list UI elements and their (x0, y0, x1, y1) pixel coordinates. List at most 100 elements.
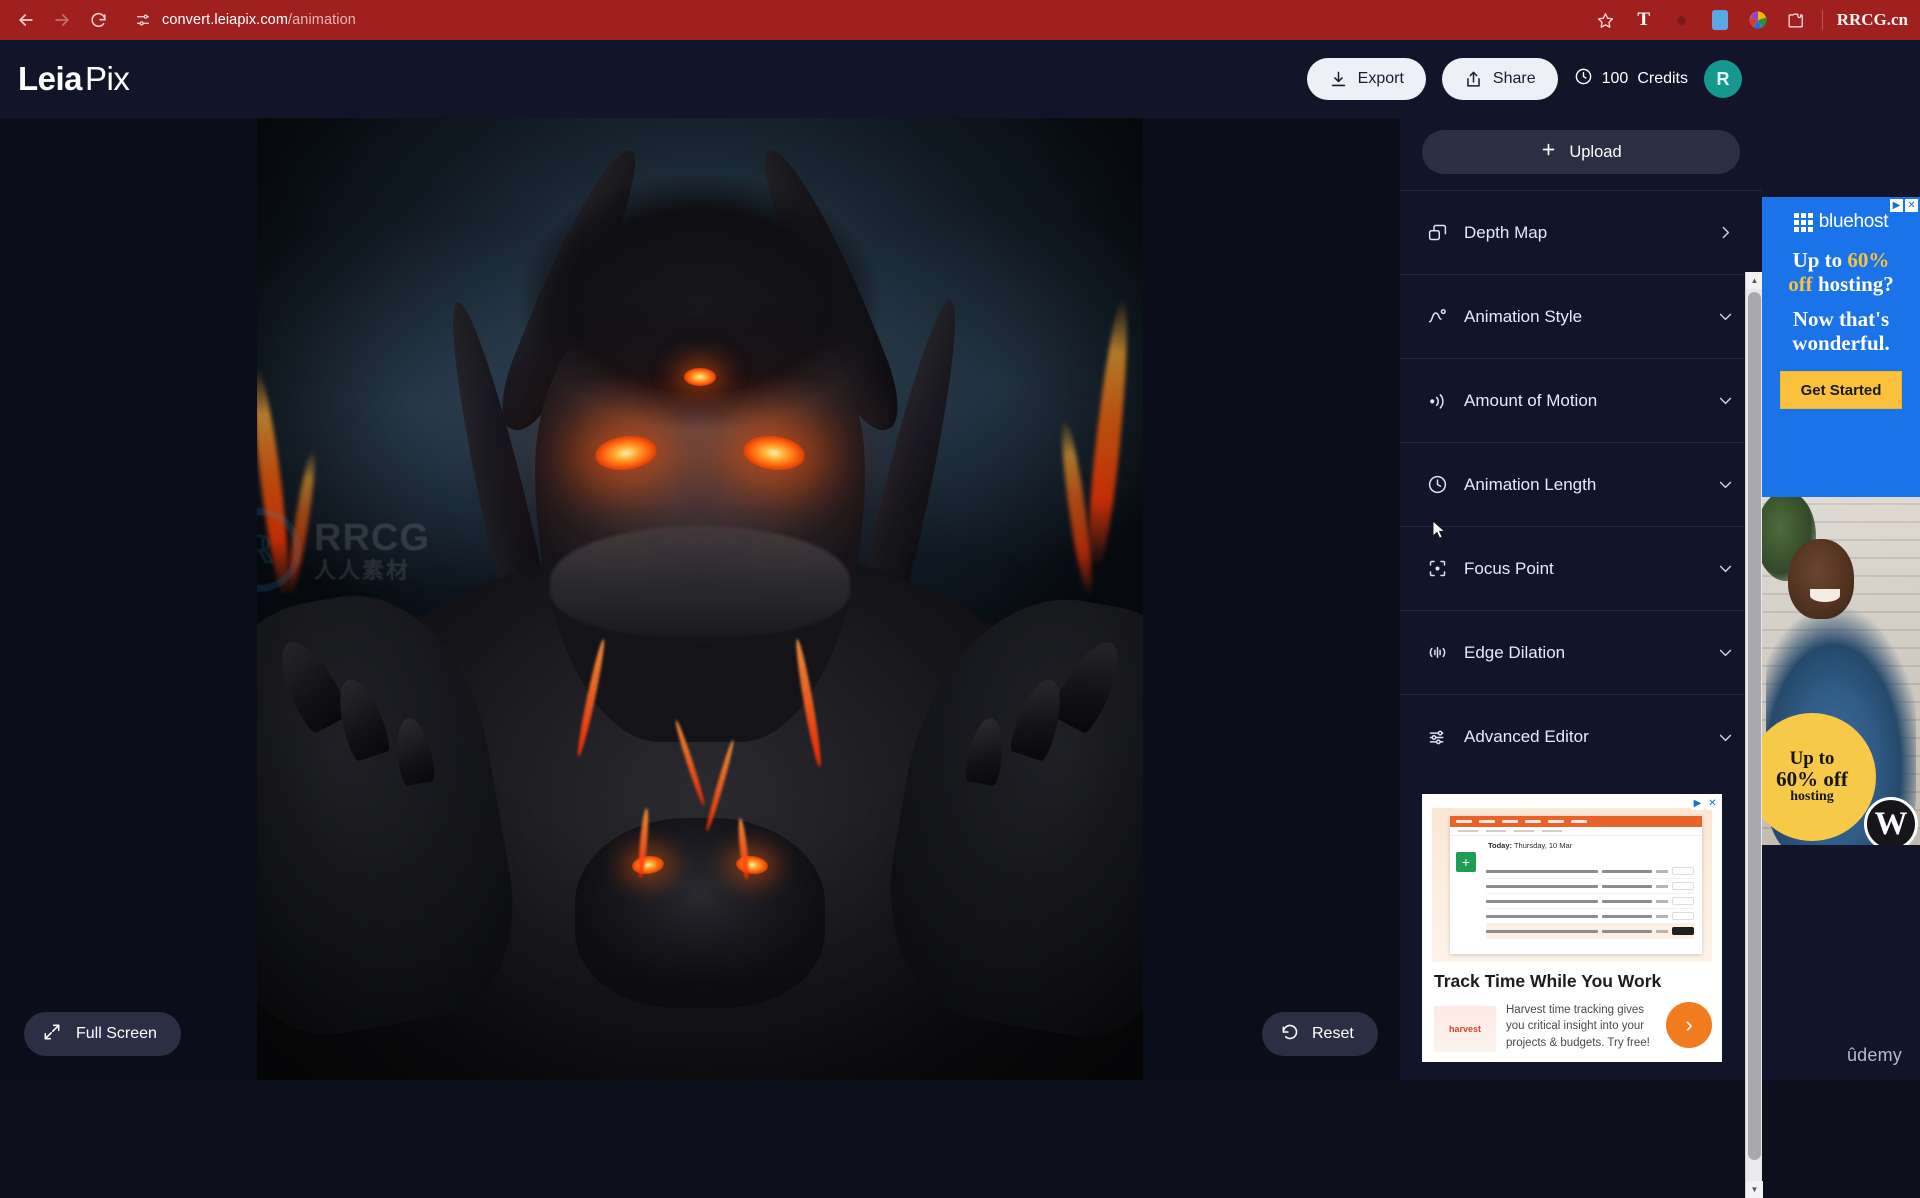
share-button[interactable]: Share (1441, 58, 1558, 100)
badge-line-2: 60% off (1776, 766, 1848, 791)
person-smile (1810, 589, 1840, 602)
harvest-row (1486, 924, 1694, 939)
sidebar-item-focus-point[interactable]: Focus Point (1400, 527, 1762, 611)
blue-extension-icon[interactable] (1708, 8, 1732, 32)
sidebar-item-label: Animation Style (1464, 306, 1583, 326)
canvas-stage[interactable]: ℝ RRCG 人人素材 ℝ RRCG 人人素材 Full Screen (0, 118, 1400, 1080)
chest-face-detail (575, 818, 825, 1008)
profile-brand-watermark: RRCG.cn (1836, 10, 1908, 29)
reload-button[interactable] (82, 4, 114, 36)
ad-choices-triangle-icon[interactable]: ▶ (1890, 199, 1903, 212)
full-screen-label: Full Screen (76, 1025, 157, 1042)
chevron-down-icon[interactable] (1717, 308, 1734, 325)
plus-icon (1540, 141, 1557, 163)
bluehost-headline-2: Now that's wonderful. (1792, 307, 1890, 355)
sidebar-item-animation-style[interactable]: Animation Style (1400, 275, 1762, 359)
sidebar-item-advanced-editor[interactable]: Advanced Editor (1400, 695, 1762, 779)
preview-artwork[interactable]: ℝ RRCG 人人素材 ℝ RRCG 人人素材 (257, 118, 1143, 1080)
focus-target-icon (1424, 556, 1450, 582)
wordpress-mark: W (1874, 805, 1908, 842)
harvest-ad[interactable]: ▶ ✕ Today: Thursday, 10 Mar + Track Time… (1422, 794, 1722, 1062)
chevron-down-icon[interactable] (1717, 560, 1734, 577)
puzzle-extension-icon[interactable] (1784, 8, 1808, 32)
scroll-down-arrow-icon[interactable]: ▼ (1746, 1181, 1763, 1198)
ad-choices-controls[interactable]: ▶ ✕ (1890, 199, 1918, 212)
sidebar-item-animation-length[interactable]: Animation Length (1400, 443, 1762, 527)
chevron-down-icon[interactable] (1717, 392, 1734, 409)
upload-button[interactable]: Upload (1422, 130, 1740, 174)
person-head (1788, 539, 1854, 619)
address-bar[interactable]: convert.leiapix.com/animation (126, 5, 1590, 35)
sidebar-scrollbar[interactable]: ▲ ▼ (1745, 272, 1763, 1198)
credits-indicator[interactable]: 100 Credits (1574, 67, 1688, 91)
toolbar-divider (1821, 10, 1823, 30)
wordpress-logo-icon: W (1864, 797, 1918, 845)
sidebar-item-amount-of-motion[interactable]: Amount of Motion (1400, 359, 1762, 443)
avatar[interactable]: R (1704, 60, 1742, 98)
sliders-icon (1424, 724, 1450, 750)
ad-choices-controls[interactable]: ▶ ✕ (1691, 797, 1719, 810)
header-actions: Export Share 100 Credits R (1306, 58, 1762, 100)
tool-list: Depth Map Animation Style Amount of Moti… (1400, 190, 1762, 779)
avatar-initial: R (1716, 68, 1730, 89)
motion-path-icon (1424, 304, 1450, 330)
share-upload-icon (1464, 70, 1483, 89)
sidebar-item-label: Edge Dilation (1464, 642, 1566, 662)
badge-line-1: Up to (1789, 748, 1835, 770)
chevron-right-icon[interactable] (1717, 224, 1734, 241)
app-header: LeiaPix Export Share 100 Credits R (0, 40, 1762, 118)
text-extension-icon[interactable]: T (1632, 8, 1656, 32)
share-label: Share (1492, 70, 1536, 87)
harvest-row (1486, 879, 1694, 894)
bluehost-logo: bluehost (1762, 211, 1920, 233)
reset-button[interactable]: Reset (1262, 1012, 1378, 1056)
bluehost-ad[interactable]: ▶ ✕ bluehost Up to 60% off hosting? Now … (1762, 197, 1920, 497)
scroll-up-arrow-icon[interactable]: ▲ (1746, 272, 1763, 289)
chevron-down-icon[interactable] (1717, 476, 1734, 493)
sidebar-item-label: Animation Length (1464, 474, 1597, 494)
sidebar-item-label: Advanced Editor (1464, 727, 1589, 746)
demon-brow (550, 525, 850, 636)
sidebar-item-edge-dilation[interactable]: Edge Dilation (1400, 611, 1762, 695)
star-icon[interactable] (1594, 8, 1618, 32)
harvest-ad-headline: Track Time While You Work (1434, 971, 1662, 991)
edge-dilation-icon (1424, 640, 1450, 666)
download-icon (1329, 70, 1348, 89)
close-x-icon[interactable]: ✕ (1706, 797, 1719, 810)
forward-button[interactable] (46, 4, 78, 36)
leiapix-logo[interactable]: LeiaPix (18, 60, 130, 98)
chevron-down-icon[interactable] (1717, 729, 1734, 746)
harvest-row (1486, 909, 1694, 924)
color-wheel-extension-icon[interactable] (1746, 8, 1770, 32)
clock-icon (1424, 472, 1450, 498)
harvest-row (1486, 864, 1694, 879)
full-screen-button[interactable]: Full Screen (24, 1012, 181, 1056)
reset-label: Reset (1312, 1025, 1354, 1042)
chevron-right-circle-icon[interactable]: › (1666, 1002, 1712, 1048)
upload-section: Upload (1400, 118, 1762, 190)
site-settings-icon[interactable] (134, 11, 152, 29)
chevron-down-icon[interactable] (1717, 644, 1734, 661)
bluehost-cta-button[interactable]: Get Started (1780, 371, 1902, 410)
scrollbar-thumb[interactable] (1748, 292, 1761, 1160)
bluehost-cta-label: Get Started (1800, 381, 1882, 399)
tools-sidebar: Upload Depth Map Animation Style Amount … (1400, 118, 1763, 1198)
expand-arrows-icon (42, 1022, 62, 1047)
hosting-photo-ad[interactable]: Up to 60% off hosting W (1762, 497, 1920, 845)
back-button[interactable] (10, 4, 42, 36)
logo-light-part: Pix (85, 60, 130, 97)
demon-mane (465, 175, 935, 506)
sidebar-item-depth-map[interactable]: Depth Map (1400, 191, 1762, 275)
harvest-ad-body: Harvest time tracking gives you critical… (1506, 1004, 1650, 1049)
ad-choices-triangle-icon[interactable]: ▶ (1691, 797, 1704, 810)
close-x-icon[interactable]: ✕ (1905, 199, 1918, 212)
harvest-ad-screenshot: Today: Thursday, 10 Mar + (1432, 808, 1712, 962)
logo-bold-part: Leia (18, 60, 83, 97)
export-button[interactable]: Export (1306, 58, 1426, 100)
udemy-network-label: ûdemy (1846, 1045, 1902, 1065)
glowing-eye-forehead (684, 368, 716, 386)
dot-extension-icon[interactable] (1670, 8, 1694, 32)
address-bar-url: convert.leiapix.com/animation (162, 12, 356, 28)
bluehost-brand-text: bluehost (1818, 211, 1889, 232)
sidebar-item-label: Amount of Motion (1464, 390, 1598, 410)
